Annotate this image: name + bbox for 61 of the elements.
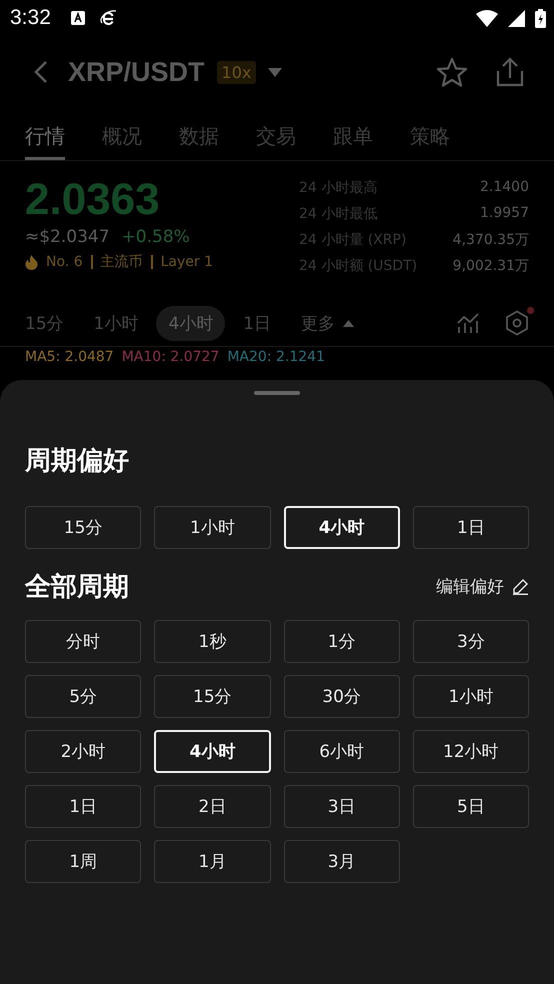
last-price: 2.0363 [25, 175, 161, 225]
period-option[interactable]: 4小时 [154, 730, 270, 773]
stat-label: 24 小时最高 [299, 179, 378, 197]
ma-value: MA10: 2.0727 [122, 349, 220, 365]
ma-value: MA5: 2.0487 [25, 349, 114, 365]
leverage-badge: 10x [216, 60, 256, 84]
app-notification-icon [70, 11, 85, 25]
period-option[interactable]: 3月 [284, 840, 400, 883]
period-option[interactable]: 2小时 [25, 730, 142, 773]
indicator-chart-icon[interactable] [457, 313, 479, 333]
period-option[interactable]: 12小时 [412, 730, 529, 773]
period-option[interactable]: 5日 [412, 785, 529, 828]
period-option[interactable]: 15分 [25, 506, 142, 549]
back-icon[interactable] [34, 61, 48, 83]
period-option[interactable]: 3分 [412, 620, 529, 663]
edit-preferences-button[interactable]: 编辑偏好 [436, 575, 529, 598]
period-option[interactable]: 分时 [25, 620, 142, 663]
stat-label: 24 小时额 (USDT) [299, 257, 418, 275]
stat-value: 4,370.35万 [452, 231, 529, 249]
stat-value: 9,002.31万 [452, 257, 529, 275]
stat-value: 2.1400 [480, 179, 529, 197]
usd-price: ≈$2.0347 [25, 227, 110, 247]
battery-icon [535, 8, 546, 28]
stat-value: 1.9957 [480, 205, 529, 223]
period-option[interactable]: 4小时 [284, 506, 400, 549]
flame-icon [25, 254, 38, 270]
caret-up-icon [343, 320, 354, 326]
drag-handle[interactable] [254, 391, 300, 395]
wifi-icon [476, 10, 498, 26]
status-time: 3:32 [10, 6, 51, 30]
period-option[interactable]: 2日 [154, 785, 270, 828]
period-option[interactable]: 3日 [284, 785, 400, 828]
period-option[interactable]: 30分 [284, 675, 400, 718]
signal-icon [508, 10, 525, 26]
tab[interactable]: 行情 [25, 108, 65, 160]
period-option[interactable]: 6小时 [284, 730, 400, 773]
sheet-title: 周期偏好 [25, 445, 130, 478]
period-option[interactable]: 1小时 [154, 506, 270, 549]
period-option[interactable]: 1日 [25, 785, 142, 828]
stat-label: 24 小时量 (XRP) [299, 231, 406, 249]
browser-icon [98, 9, 117, 27]
period-option[interactable]: 1月 [154, 840, 270, 883]
rank-label: No. 6 [46, 254, 83, 270]
period-option[interactable]: 15分 [154, 675, 270, 718]
dropdown-caret-icon[interactable] [268, 68, 282, 76]
stat-label: 24 小时最低 [299, 205, 378, 223]
period-option[interactable]: 1日 [412, 506, 529, 549]
share-icon[interactable] [496, 56, 524, 88]
period-option[interactable]: 1周 [25, 840, 142, 883]
section-title: 全部周期 [25, 571, 129, 604]
period-option[interactable]: 1小时 [412, 675, 529, 718]
star-icon[interactable] [436, 57, 468, 87]
notification-dot [527, 307, 534, 314]
price-change: +0.58% [122, 227, 190, 247]
period-option[interactable]: 1秒 [154, 620, 270, 663]
ma-value: MA20: 2.1241 [227, 349, 325, 365]
settings-icon[interactable] [505, 310, 529, 336]
pencil-icon [512, 578, 529, 595]
period-option[interactable]: 5分 [25, 675, 142, 718]
period-option[interactable]: 1分 [284, 620, 400, 663]
pair-title: XRP/USDT [68, 56, 205, 88]
